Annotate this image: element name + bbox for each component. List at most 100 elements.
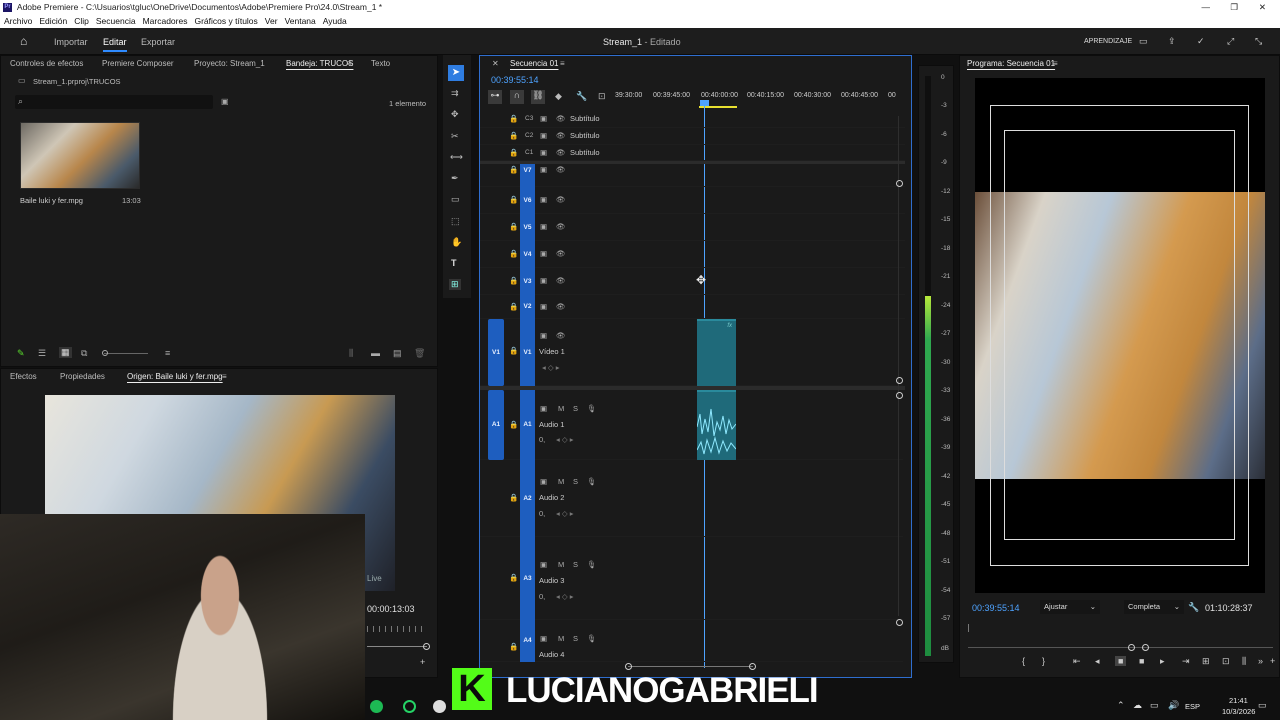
mic-icon[interactable]: 🎙 — [587, 477, 597, 487]
solo-button[interactable]: S — [573, 477, 578, 487]
source-menu-icon[interactable]: ≡ — [222, 369, 227, 385]
linked-selection-icon[interactable]: ⛓ — [531, 90, 545, 104]
source-scroll[interactable] — [367, 643, 430, 650]
quality-select[interactable]: Completa ⌄ — [1124, 600, 1184, 614]
eye-icon[interactable]: 👁 — [556, 165, 566, 175]
type-tool-icon[interactable]: T — [451, 258, 457, 268]
scroll-handle[interactable] — [896, 180, 903, 187]
settings-wrench-icon[interactable]: 🔧 — [1188, 602, 1199, 613]
tab-premiere-composer[interactable]: Premiere Composer — [102, 56, 174, 72]
automate-icon[interactable]: ⫼ — [349, 348, 353, 359]
lock-icon[interactable]: 🔒 — [509, 276, 518, 286]
mute-button[interactable]: M — [558, 634, 564, 644]
onedrive-icon[interactable]: ☁ — [1133, 700, 1142, 711]
close-sequence-icon[interactable]: ✕ — [492, 56, 499, 72]
sync-icon[interactable]: ▣ — [540, 222, 547, 232]
mark-in-icon[interactable]: { — [1022, 656, 1025, 666]
spotify-icon[interactable] — [370, 700, 383, 713]
audio-clip[interactable] — [697, 390, 736, 460]
vertical-scrollbar[interactable] — [896, 116, 904, 626]
panel-menu-icon[interactable]: ≡ — [347, 56, 352, 72]
mic-icon[interactable]: 🎙 — [587, 404, 597, 414]
minimize-icon[interactable]: — — [1202, 0, 1211, 15]
program-scrub-bar[interactable] — [968, 624, 1273, 632]
sync-icon[interactable]: ▣ — [540, 114, 547, 124]
track-level[interactable]: 0, — [539, 435, 545, 445]
lock-icon[interactable]: 🔒 — [509, 493, 518, 503]
source-patch-a1[interactable]: A1 — [488, 390, 504, 460]
lock-icon[interactable]: 🔒 — [509, 642, 518, 652]
track-target[interactable]: V7 — [520, 164, 535, 187]
sync-icon[interactable]: ▣ — [540, 331, 547, 341]
playhead-handle[interactable] — [700, 100, 709, 106]
lock-icon[interactable]: 🔒 — [509, 573, 518, 583]
solo-button[interactable]: S — [573, 634, 578, 644]
nest-toggle-icon[interactable]: ⊶ — [488, 90, 502, 104]
lock-icon[interactable]: 🔒 — [509, 249, 518, 259]
notification-icon[interactable]: ▭ — [1258, 700, 1267, 711]
lift-icon[interactable]: ⊞ — [1202, 656, 1210, 667]
volume-icon[interactable]: 🔊 — [1168, 700, 1179, 711]
new-bin-icon[interactable]: ▬ — [371, 348, 380, 358]
mute-button[interactable]: M — [558, 404, 564, 414]
track-level[interactable]: 0, — [539, 592, 545, 602]
icon-view-icon[interactable]: ▦ — [59, 347, 72, 358]
eye-icon[interactable]: 👁 — [556, 331, 566, 341]
language-indicator[interactable]: ESP — [1185, 702, 1200, 711]
zoom-left-handle[interactable] — [1128, 644, 1135, 651]
play-icon[interactable]: ■ — [1139, 656, 1144, 666]
wrench-icon[interactable]: 🔧 — [576, 91, 587, 102]
eye-icon[interactable]: 👁 — [556, 302, 566, 312]
sync-icon[interactable]: ▣ — [540, 131, 547, 141]
feedback-icon[interactable]: ✓ — [1197, 36, 1205, 47]
track-target-a1[interactable]: A1 — [520, 390, 535, 460]
lock-icon[interactable]: 🔒 — [509, 148, 518, 158]
zoom-right-handle[interactable] — [1142, 644, 1149, 651]
lock-icon[interactable]: 🔒 — [509, 222, 518, 232]
program-menu-icon[interactable]: ≡ — [1053, 56, 1058, 72]
expand-icon[interactable]: ⤡ — [1255, 36, 1262, 47]
lock-icon[interactable]: 🔒 — [509, 346, 518, 356]
mark-out-icon[interactable]: } — [1042, 656, 1045, 666]
track-select-tool-icon[interactable]: ⇉ — [451, 88, 459, 99]
horizontal-scrollbar[interactable] — [625, 663, 756, 670]
source-patch-v1[interactable]: V1 — [488, 319, 504, 386]
sync-icon[interactable]: ▣ — [540, 148, 547, 158]
menu-secuencia[interactable]: Secuencia — [96, 15, 136, 28]
mute-button[interactable]: M — [558, 477, 564, 487]
pen-tool-icon[interactable]: ✒ — [451, 173, 459, 184]
tab-efectos[interactable]: Efectos — [10, 369, 37, 385]
track-target[interactable]: V4 — [520, 241, 535, 268]
lock-icon[interactable]: 🔒 — [509, 195, 518, 205]
sync-icon[interactable]: ▣ — [540, 634, 547, 644]
program-zoom-bar[interactable] — [968, 644, 1273, 651]
frame-tool-icon[interactable]: ⬚ — [451, 216, 460, 227]
zoom-slider[interactable] — [102, 350, 148, 356]
hand-tool-icon[interactable]: ✋ — [451, 237, 462, 248]
eye-icon[interactable]: 👁 — [556, 114, 566, 124]
go-to-out-icon[interactable]: ⇥ — [1182, 656, 1190, 667]
menu-ver[interactable]: Ver — [265, 15, 278, 28]
lock-icon[interactable]: 🔒 — [509, 114, 518, 124]
snap-icon[interactable]: ∩ — [510, 90, 524, 104]
menu-graficos[interactable]: Gráficos y títulos — [194, 15, 257, 28]
source-scroll-handle[interactable] — [423, 643, 430, 650]
tab-project[interactable]: Proyecto: Stream_1 — [194, 56, 265, 72]
solo-button[interactable]: S — [573, 404, 578, 414]
mic-icon[interactable]: 🎙 — [587, 634, 597, 644]
track-level[interactable]: 0, — [539, 509, 545, 519]
freeform-view-icon[interactable]: ⧉ — [81, 348, 87, 359]
sync-icon[interactable]: ▣ — [540, 302, 547, 312]
track-target[interactable]: V5 — [520, 214, 535, 241]
slip-tool-icon[interactable]: ⟷ — [450, 152, 463, 163]
more-icon[interactable]: » — [1258, 656, 1263, 666]
sync-icon[interactable]: ▣ — [540, 249, 547, 259]
new-search-bin-icon[interactable]: ▣ — [221, 97, 229, 106]
eye-icon[interactable]: 👁 — [556, 222, 566, 232]
pencil-icon[interactable]: ✎ — [17, 348, 25, 359]
eye-icon[interactable]: 👁 — [556, 195, 566, 205]
scroll-handle[interactable] — [896, 377, 903, 384]
home-icon[interactable]: ⌂ — [20, 34, 27, 48]
time-ruler[interactable]: 39:30:00 00:39:45:00 00:40:00:00 00:40:1… — [615, 86, 905, 110]
tab-bin-trucos[interactable]: Bandeja: TRUCOS — [286, 56, 353, 72]
